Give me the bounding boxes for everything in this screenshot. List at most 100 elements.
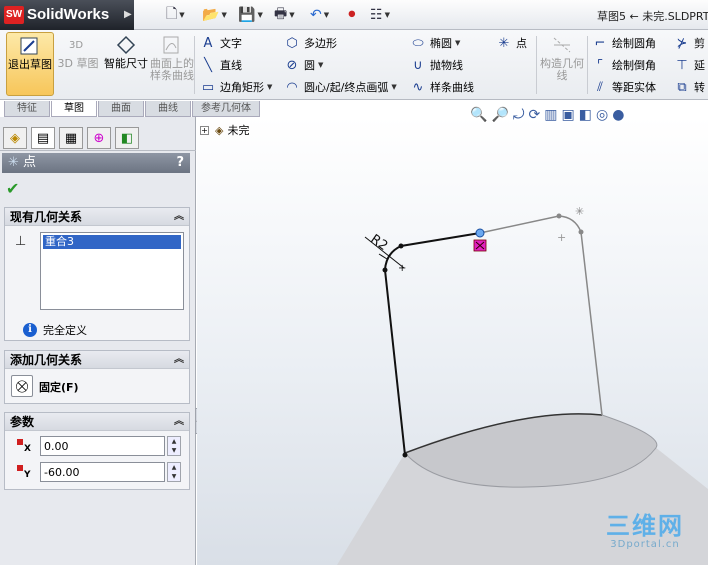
polygon-tool-label: 多边形 [304, 37, 337, 50]
tab-features[interactable]: 特征 [4, 101, 50, 117]
point-tool-button[interactable]: ✳ 点 [496, 33, 527, 53]
command-tabs: 特征 草图 曲面 曲线 参考几何体 [0, 101, 300, 117]
extend-label: 延 [694, 59, 705, 72]
spline-icon: ∿ [412, 79, 424, 95]
chevron-down-icon: ▼ [221, 11, 227, 19]
existing-relations-title: 现有几何关系 [10, 210, 83, 224]
new-document-button[interactable]: 🗋 ▼ [166, 5, 185, 25]
collapse-icon[interactable]: ︽ [174, 351, 184, 369]
print-icon: 🖶 [274, 6, 288, 22]
convert-entities-button[interactable]: ⧉ 转 [674, 77, 705, 97]
convert-icon: ⧉ [677, 79, 687, 95]
chevron-down-icon: ▼ [318, 61, 324, 69]
ribbon-separator [536, 36, 537, 94]
origin-mark-icon: + [557, 231, 566, 244]
menu-arrow-icon[interactable]: ▶ [124, 9, 132, 20]
list-item[interactable]: 重合3 [43, 235, 181, 249]
save-button[interactable]: 💾 ▼ [238, 5, 263, 25]
definition-status: i 完全定义 [23, 322, 87, 338]
parabola-tool-button[interactable]: ∪ 抛物线 [410, 55, 463, 75]
tab-reference-geometry[interactable]: 参考几何体 [192, 101, 260, 117]
chevron-down-icon: ▼ [267, 83, 273, 91]
trim-button[interactable]: ⊁ 剪 [674, 33, 705, 53]
view-orientation-icon[interactable]: ▣ [562, 107, 575, 123]
options-button[interactable]: ☷ ▼ [370, 5, 390, 25]
3d-sketch-button[interactable]: 3D 3D 草图 [54, 32, 102, 96]
spline-tool-label: 样条曲线 [430, 81, 474, 94]
print-button[interactable]: 🖶 ▼ [274, 5, 295, 25]
reference-sketch [479, 215, 603, 416]
add-relations-header[interactable]: 添加几何关系 ︽ [5, 351, 189, 369]
zoom-to-fit-icon[interactable]: 🔍 [470, 107, 487, 123]
property-manager-panel: ◈ ▤ ▦ ⊕ ◧ ✳ 点 ? ✔ 现有几何关系 ︽ ⊥ 重合3 i 完全定义 … [0, 117, 196, 565]
x-spinner[interactable]: ▲ ▼ [167, 436, 181, 456]
configuration-manager-tab[interactable]: ▦ [59, 127, 83, 149]
y-coordinate-icon: Y [17, 465, 31, 481]
tab-curves[interactable]: 曲线 [145, 101, 191, 117]
sketch-chamfer-button[interactable]: ⌜ 绘制倒角 [592, 55, 656, 75]
fillet-icon: ⌐ [594, 35, 606, 51]
collapse-icon[interactable]: ︽ [174, 208, 184, 226]
collapse-icon[interactable]: ︽ [174, 413, 184, 431]
document-title: 草图5 ← 未完.SLDPRT [597, 10, 708, 23]
flyout-feature-tree: + ◈ 未完 [200, 122, 249, 138]
tab-surfaces[interactable]: 曲面 [98, 101, 144, 117]
ellipse-tool-button[interactable]: ⬭ 椭圆 ▼ [410, 33, 460, 53]
expand-icon[interactable]: + [200, 125, 209, 135]
trim-label: 剪 [694, 37, 705, 50]
offset-entities-button[interactable]: ⫽ 等距实体 [592, 77, 656, 97]
corner-rectangle-button[interactable]: ▭ 边角矩形 ▼ [200, 77, 273, 97]
circle-tool-label: 圆 [304, 59, 315, 72]
rotate-icon[interactable]: ⟳ [529, 107, 541, 123]
line-tool-button[interactable]: ╲ 直线 [200, 55, 242, 75]
ok-button[interactable]: ✔ [6, 179, 19, 198]
radius-dimension[interactable]: R2 [367, 232, 390, 254]
centerpoint-arc-button[interactable]: ◠ 圆心/起/终点画弧 ▼ [284, 77, 396, 97]
exit-sketch-button[interactable]: 退出草图 [6, 32, 54, 96]
tree-root-label[interactable]: 未完 [227, 122, 249, 138]
relations-list[interactable]: 重合3 [40, 232, 184, 310]
x-coordinate-field[interactable] [40, 436, 165, 456]
spline-tool-button[interactable]: ∿ 样条曲线 [410, 77, 474, 97]
extend-button[interactable]: ⊤ 延 [674, 55, 705, 75]
construction-geometry-label: 构造几何线 [540, 57, 584, 82]
dimxpert-manager-tab[interactable]: ⊕ [87, 127, 111, 149]
display-manager-tab[interactable]: ◧ [115, 127, 139, 149]
hide-show-icon[interactable]: ◎ [596, 107, 608, 123]
polygon-tool-button[interactable]: ⬡ 多边形 [284, 33, 337, 53]
circle-tool-button[interactable]: ⊘ 圆 ▼ [284, 55, 324, 75]
zoom-area-icon[interactable]: 🔎 [491, 107, 508, 123]
construction-geometry-button[interactable]: 构造几何线 [538, 32, 586, 96]
surface-spline-button[interactable]: 曲面上的样条曲线 [148, 32, 196, 96]
sketch-fillet-button[interactable]: ⌐ 绘制圆角 [592, 33, 656, 53]
selected-point[interactable] [475, 228, 485, 238]
text-tool-button[interactable]: A 文字 [200, 33, 242, 53]
section-view-icon[interactable]: ▥ [544, 107, 557, 123]
save-icon: 💾 [238, 7, 256, 23]
feature-manager-tab[interactable]: ◈ [3, 127, 27, 149]
y-spinner[interactable]: ▲ ▼ [167, 462, 181, 482]
existing-relations-header[interactable]: 现有几何关系 ︽ [5, 208, 189, 226]
open-button[interactable]: 📂 ▼ [202, 5, 227, 25]
sketch-point [578, 229, 584, 235]
new-file-icon: 🗋 [166, 6, 178, 22]
smart-dimension-button[interactable]: 智能尺寸 [102, 32, 150, 96]
appearance-icon[interactable]: ● [612, 107, 624, 123]
graphics-area[interactable]: ✳ + + R2 [197, 117, 708, 565]
parameters-header[interactable]: 参数 ︽ [5, 413, 189, 431]
display-style-icon[interactable]: ◧ [579, 107, 592, 123]
sketch-fillet-label: 绘制圆角 [612, 37, 656, 50]
previous-view-icon[interactable]: ⤾ [513, 107, 525, 123]
center-mark-icon: ✳ [575, 205, 584, 218]
chevron-down-icon: ▼ [257, 11, 263, 19]
rebuild-button[interactable]: ⚫ [346, 5, 358, 25]
app-logo[interactable]: SW SolidWorks [0, 0, 134, 30]
y-coordinate-field[interactable] [40, 462, 165, 482]
help-button[interactable]: ? [176, 153, 184, 173]
property-manager-tab[interactable]: ▤ [31, 127, 55, 149]
chevron-down-icon: ▼ [289, 11, 295, 19]
fix-relation-button[interactable]: ⛒ [11, 375, 33, 397]
add-relations-group: 添加几何关系 ︽ ⛒ 固定(F) [4, 350, 190, 404]
undo-button[interactable]: ↶ ▼ [310, 5, 329, 25]
tab-sketch[interactable]: 草图 [51, 101, 97, 117]
